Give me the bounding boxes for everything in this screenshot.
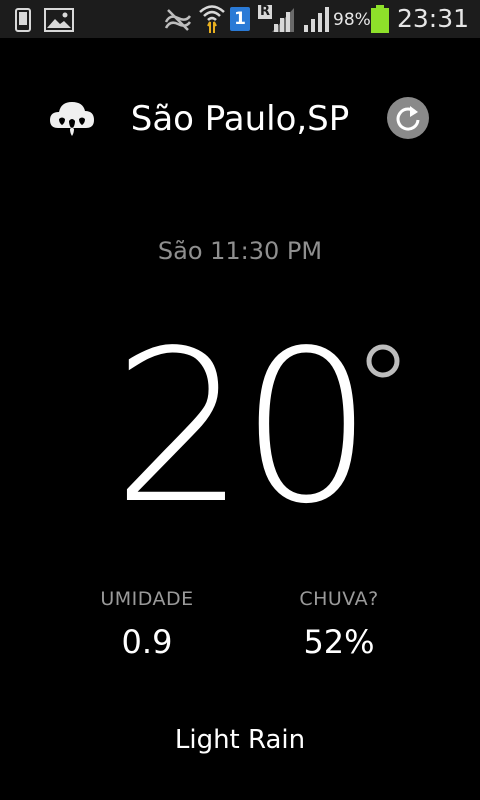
humidity-label: UMIDADE	[100, 588, 194, 610]
degree-symbol	[366, 344, 400, 378]
roaming-badge-label: R	[259, 4, 270, 19]
update-time: São 11:30 PM	[157, 237, 323, 265]
refresh-button[interactable]	[387, 97, 429, 139]
roaming-signal-icon: R	[258, 4, 296, 34]
battery-percent: 98%	[333, 10, 371, 30]
city-title: São Paulo,SP	[130, 99, 350, 139]
sim-badge-label: 1	[234, 9, 246, 29]
humidity-stat: UMIDADE 0.9	[57, 586, 237, 662]
sim-icon: 1	[230, 7, 250, 31]
status-time: 23:31	[397, 4, 470, 33]
weather-summary: Light Rain	[174, 725, 306, 755]
weather-screen: 1 R 98% 23:31 São Paulo,SP São 11:30 PM …	[0, 0, 480, 800]
gallery-icon	[44, 8, 74, 32]
wifi-icon	[199, 5, 225, 33]
status-bar: 1 R 98% 23:31	[0, 0, 480, 38]
battery-icon	[371, 5, 389, 33]
header: São Paulo,SP	[0, 90, 480, 150]
temperature-value: 20	[112, 305, 373, 550]
cloud-rain-icon	[50, 102, 94, 136]
humidity-value: 0.9	[121, 623, 173, 661]
mute-icon	[164, 9, 192, 31]
rain-label: CHUVA?	[299, 588, 379, 610]
refresh-icon	[396, 106, 420, 131]
signal-icon	[304, 7, 329, 32]
phone-icon	[15, 8, 31, 32]
rain-stat: CHUVA? 52%	[249, 586, 429, 662]
rain-value: 52%	[303, 623, 375, 661]
